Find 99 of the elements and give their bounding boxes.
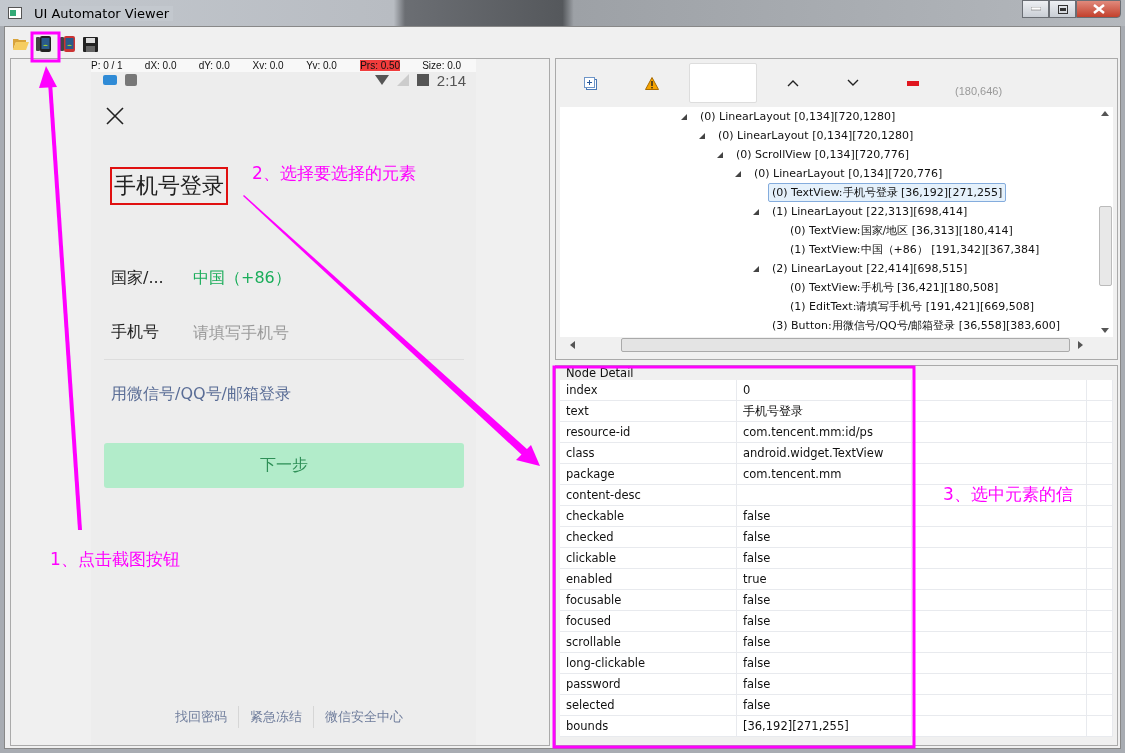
status-time: 2:14 <box>436 71 466 89</box>
warning-icon[interactable] <box>645 76 659 90</box>
annotation-box <box>30 31 61 63</box>
property-value: false <box>736 631 912 653</box>
pointer-value: dY: 0.0 <box>198 60 231 71</box>
tree-node[interactable]: (0) LinearLayout [0,134][720,1280] <box>714 127 918 144</box>
expanded-triangle-icon[interactable] <box>752 264 760 273</box>
alt-login-link[interactable]: 用微信号/QQ号/邮箱登录 <box>111 384 476 405</box>
tree-node[interactable]: (0) ScrollView [0,134][720,776] <box>732 146 913 163</box>
scroll-right-arrow-icon[interactable] <box>1078 341 1083 349</box>
property-name: focused <box>560 610 737 632</box>
window-icon <box>8 7 22 19</box>
tree-node[interactable]: (0) TextView:国家/地区 [36,313][180,414] <box>786 221 1017 240</box>
property-name: password <box>560 673 737 695</box>
expanded-triangle-icon[interactable] <box>680 112 688 121</box>
property-value: false <box>736 589 912 611</box>
tree-node[interactable]: (0) LinearLayout [0,134][720,776] <box>750 165 947 182</box>
expand-all-icon[interactable] <box>584 76 597 90</box>
minus-icon[interactable] <box>907 80 919 86</box>
property-value: false <box>736 652 912 674</box>
property-name: package <box>560 463 737 485</box>
pointer-value: Yv: 0.0 <box>306 60 338 71</box>
property-value: false <box>736 610 912 632</box>
maximize-icon <box>1057 4 1068 14</box>
property-value: false <box>736 547 912 569</box>
property-name: resource-id <box>560 421 737 443</box>
phone-screenshot-icon[interactable] <box>59 35 77 53</box>
search-field[interactable] <box>689 63 757 103</box>
property-value: true <box>736 568 912 590</box>
tree-node[interactable]: (2) LinearLayout [22,414][698,515] <box>768 260 972 277</box>
battery-icon <box>416 74 429 86</box>
tree-node[interactable]: (0) LinearLayout [0,134][720,1280] <box>696 108 900 125</box>
caret-up-icon[interactable] <box>787 79 799 87</box>
property-name: scrollable <box>560 631 737 653</box>
pointer-value: Size: 0.0 <box>422 60 463 71</box>
property-value: com.tencent.mm <box>736 463 912 485</box>
property-name: checked <box>560 526 737 548</box>
phone-screenshot-icon[interactable] <box>35 35 53 53</box>
scroll-down-arrow-icon[interactable] <box>1101 328 1109 333</box>
property-value: false <box>736 526 912 548</box>
tree-node[interactable]: (1) EditText:请填写手机号 [191,421][669,508] <box>786 297 1038 316</box>
minimize-icon <box>1030 7 1041 11</box>
pointer-value: Xv: 0.0 <box>252 60 285 71</box>
close-icon <box>1092 4 1105 14</box>
expanded-triangle-icon[interactable] <box>734 169 742 178</box>
footer-link[interactable]: 紧急冻结 <box>249 708 302 726</box>
property-name: content-desc <box>560 484 737 506</box>
page-title: 手机号登录 <box>110 167 228 205</box>
property-name: selected <box>560 694 737 716</box>
property-name: text <box>560 400 737 422</box>
notification-icon <box>125 74 137 86</box>
tree-node[interactable]: (1) LinearLayout [22,313][698,414] <box>768 203 972 220</box>
property-value: 0 <box>736 380 912 401</box>
property-name: checkable <box>560 505 737 527</box>
signal-icon <box>396 74 409 86</box>
property-name: index <box>560 380 737 401</box>
close-button[interactable] <box>1076 0 1121 18</box>
property-name: long-clickable <box>560 652 737 674</box>
pointer-value: Prs: 0.50 <box>360 60 401 71</box>
tree-node[interactable]: (1) TextView:中国（+86） [191,342][367,384] <box>786 240 1044 259</box>
coordinates-label: (180,646) <box>955 85 1003 97</box>
field-label: 国家/... <box>111 267 165 289</box>
tree-node[interactable]: (0) TextView:手机号登录 [36,192][271,255] <box>768 183 1007 202</box>
annotation-text: 1、点击截图按钮 <box>50 548 180 570</box>
expanded-triangle-icon[interactable] <box>752 207 760 216</box>
minimize-button[interactable] <box>1022 0 1049 18</box>
pointer-value: dX: 0.0 <box>144 60 178 71</box>
property-name: class <box>560 442 737 464</box>
property-value: false <box>736 694 912 716</box>
phone-input-field[interactable]: 请填写手机号 <box>193 322 443 342</box>
annotation-text: 3、选中元素的信 <box>943 483 1073 505</box>
property-value: false <box>736 673 912 695</box>
property-name: focusable <box>560 589 737 611</box>
expanded-triangle-icon[interactable] <box>698 131 706 140</box>
tree-node[interactable]: (0) TextView:手机号 [36,421][180,508] <box>786 278 1003 297</box>
footer-link[interactable]: 找回密码 <box>174 708 227 726</box>
field-label: 手机号 <box>111 321 160 343</box>
maximize-button[interactable] <box>1049 0 1076 18</box>
caret-down-icon[interactable] <box>847 79 859 87</box>
property-name: bounds <box>560 715 737 737</box>
property-name: clickable <box>560 547 737 569</box>
close-icon[interactable] <box>106 107 124 125</box>
group-title: Node Detail <box>565 366 635 380</box>
notification-icon <box>103 75 117 85</box>
property-name: enabled <box>560 568 737 590</box>
save-icon[interactable] <box>83 36 98 52</box>
scroll-up-arrow-icon[interactable] <box>1101 111 1109 116</box>
wifi-icon <box>374 75 389 85</box>
property-value: android.widget.TextView <box>736 442 912 464</box>
footer-link[interactable]: 微信安全中心 <box>324 708 403 726</box>
expanded-triangle-icon[interactable] <box>716 150 724 159</box>
annotation-text: 2、选择要选择的元素 <box>252 162 416 184</box>
property-value: [36,192][271,255] <box>736 715 912 737</box>
scroll-left-arrow-icon[interactable] <box>570 341 575 349</box>
property-value: false <box>736 505 912 527</box>
tree-node[interactable]: (3) Button:用微信号/QQ号/邮箱登录 [36,558][383,600] <box>768 316 1064 335</box>
pointer-value: P: 0 / 1 <box>91 60 124 71</box>
property-value: com.tencent.mm:id/ps <box>736 421 912 443</box>
property-value: 手机号登录 <box>736 400 912 422</box>
